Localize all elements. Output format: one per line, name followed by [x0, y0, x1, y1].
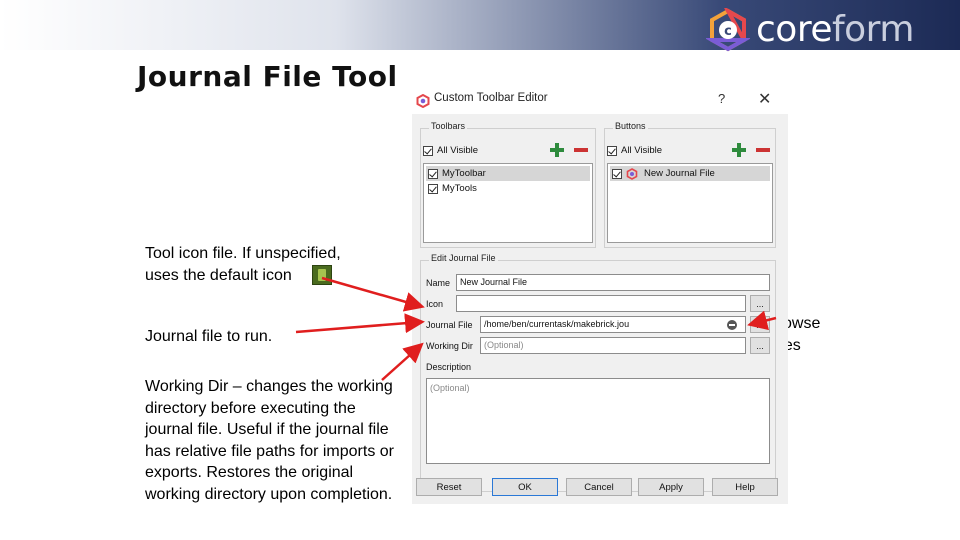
dialog-title: Custom Toolbar Editor	[434, 92, 548, 104]
ok-button[interactable]: OK	[492, 478, 558, 496]
svg-text:c: c	[724, 24, 732, 39]
buttons-group-label: Buttons	[613, 121, 648, 131]
coreform-item-icon	[626, 167, 638, 180]
toolbars-list: MyToolbar MyTools	[423, 163, 593, 243]
help-icon[interactable]: ?	[718, 91, 725, 106]
working-dir-label: Working Dir	[426, 341, 473, 351]
toolbar-item-mytools[interactable]: MyTools	[426, 181, 590, 196]
toolbars-all-visible-checkbox[interactable]	[423, 145, 433, 156]
toolbar-item-mytoolbar[interactable]: MyToolbar	[426, 166, 590, 181]
buttons-group: Buttons All Visible New Journal File	[604, 121, 776, 248]
add-button-button[interactable]	[729, 141, 749, 159]
toolbars-all-visible-label: All Visible	[437, 145, 479, 156]
default-tool-icon	[311, 264, 332, 285]
remove-button-button[interactable]	[753, 141, 773, 159]
plus-icon	[731, 142, 747, 158]
buttons-list: New Journal File	[607, 163, 773, 243]
toolbar-item-checkbox[interactable]	[428, 183, 438, 194]
name-field[interactable]: New Journal File	[456, 274, 770, 291]
note-working-dir: Working Dir – changes the working direct…	[145, 378, 394, 503]
description-field[interactable]: (Optional)	[426, 378, 770, 464]
coreform-logo-icon: c	[706, 8, 750, 52]
logo-text-form: form	[831, 9, 914, 50]
icon-label: Icon	[426, 299, 444, 309]
logo-text-core: core	[756, 9, 832, 50]
toolbar-item-label: MyToolbar	[442, 168, 486, 179]
toolbars-all-visible[interactable]: All Visible	[423, 145, 478, 156]
working-dir-field[interactable]: (Optional)	[480, 337, 746, 354]
toolbar-item-checkbox[interactable]	[428, 168, 438, 179]
add-toolbar-button[interactable]	[547, 141, 567, 159]
toolbars-group-label: Toolbars	[429, 121, 468, 131]
slide-title: Journal File Tool	[137, 60, 398, 93]
button-item-checkbox[interactable]	[612, 168, 622, 179]
reset-button[interactable]: Reset	[416, 478, 482, 496]
custom-toolbar-editor-dialog: Custom Toolbar Editor ? ✕ Toolbars All V…	[412, 88, 788, 504]
dialog-body: Toolbars All Visible MyToolbar MyTools B…	[412, 114, 788, 504]
toolbar-item-label: MyTools	[442, 183, 477, 194]
description-label: Description	[426, 362, 472, 372]
help-button[interactable]: Help	[712, 478, 778, 496]
plus-icon	[549, 142, 565, 158]
apply-button[interactable]: Apply	[638, 478, 704, 496]
working-dir-browse-button[interactable]: ...	[750, 337, 770, 354]
icon-browse-button[interactable]: ...	[750, 295, 770, 312]
note-icon-file: Tool icon file. If unspecified, uses the…	[145, 243, 355, 286]
minus-icon	[755, 142, 771, 158]
clear-icon[interactable]	[727, 320, 737, 330]
journal-file-browse-button[interactable]: ...	[750, 316, 770, 333]
buttons-all-visible-label: All Visible	[621, 145, 663, 156]
journal-file-label: Journal File	[426, 320, 473, 330]
minus-icon	[573, 142, 589, 158]
journal-file-field[interactable]: /home/ben/currentask/makebrick.jou	[480, 316, 746, 333]
name-label: Name	[426, 278, 451, 288]
remove-toolbar-button[interactable]	[571, 141, 591, 159]
button-item-label: New Journal File	[644, 168, 715, 179]
note-journal-file: Journal file to run.	[145, 328, 273, 345]
close-icon[interactable]: ✕	[758, 89, 771, 109]
toolbars-group: Toolbars All Visible MyToolbar MyTools	[420, 121, 596, 248]
edit-journal-group-label: Edit Journal File	[429, 253, 498, 263]
buttons-all-visible[interactable]: All Visible	[607, 145, 662, 156]
buttons-all-visible-checkbox[interactable]	[607, 145, 617, 156]
button-item-new-journal-file[interactable]: New Journal File	[610, 166, 770, 181]
app-icon	[416, 94, 430, 108]
coreform-logo: c coreform	[706, 8, 914, 52]
icon-field[interactable]	[456, 295, 746, 312]
dialog-titlebar: Custom Toolbar Editor ? ✕	[412, 88, 788, 114]
arrow-to-journal-field	[295, 313, 425, 334]
cancel-button[interactable]: Cancel	[566, 478, 632, 496]
